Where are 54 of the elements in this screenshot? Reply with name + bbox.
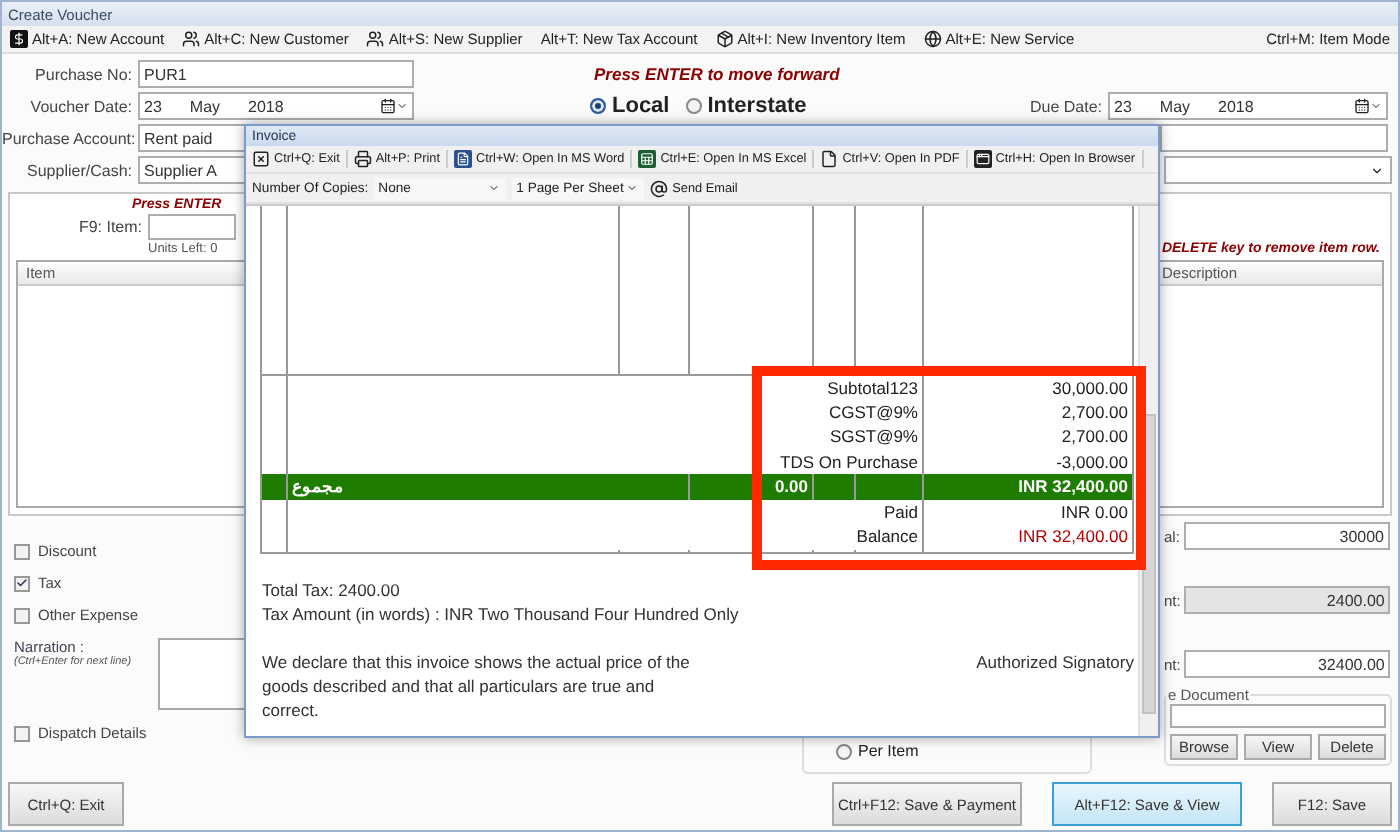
- date-field[interactable]: 23 May 2018: [138, 92, 414, 120]
- summary-label: SGST@9%: [287, 424, 923, 449]
- checkmark-icon: [16, 576, 28, 590]
- table-cell: [855, 474, 923, 499]
- document-field[interactable]: [1170, 704, 1386, 728]
- printer-icon: [353, 150, 372, 168]
- document-icon: [454, 150, 473, 168]
- dropdown-field[interactable]: [1164, 156, 1392, 184]
- total-amount: INR 32,400.00: [923, 474, 1133, 499]
- amount-field[interactable]: 32400.00: [1184, 650, 1391, 678]
- summary-value: INR 32,400.00: [923, 524, 1133, 549]
- close-icon: [252, 150, 270, 168]
- total-label: مجموع: [287, 474, 689, 499]
- field-label: Purchase Account:: [2, 129, 138, 147]
- summary-label: CGST@9%: [287, 399, 923, 424]
- package-icon: [715, 30, 734, 48]
- narration-field[interactable]: [158, 638, 250, 710]
- date-field[interactable]: 23 May 2018: [1108, 92, 1388, 120]
- total-tax-text: Total Tax: 2400.00: [262, 578, 402, 602]
- hint-message: Press ENTER to move forward: [594, 64, 840, 84]
- radio-circle[interactable]: [590, 98, 606, 114]
- signatory-label: Authorized Signatory: [976, 650, 1134, 676]
- declaration-text: We declare that this invoice shows the actual price of the goods described and that all particulars are true and correct.: [262, 650, 692, 722]
- tax-type-radio[interactable]: Interstate: [685, 94, 807, 118]
- people-icon: [366, 30, 385, 48]
- calendar-icon: [380, 97, 408, 115]
- at-sign-icon: [650, 179, 669, 197]
- radio-circle[interactable]: [685, 98, 702, 114]
- summary-value: INR 0.00: [923, 499, 1133, 524]
- field-label: F9: Item:: [76, 217, 144, 235]
- summary-value: 2,700.00: [923, 399, 1133, 424]
- globe-icon: [923, 30, 942, 48]
- field-label: Voucher Date:: [28, 97, 134, 115]
- radio-circle[interactable]: [836, 743, 852, 759]
- browser-icon: [973, 150, 992, 168]
- text-field[interactable]: PUR1: [138, 60, 414, 88]
- tax-type-radio[interactable]: Local: [590, 94, 670, 118]
- amount-field[interactable]: 30000: [1184, 522, 1390, 550]
- item-field[interactable]: [148, 213, 236, 239]
- summary-label: Paid: [287, 499, 923, 524]
- file-icon: [820, 150, 839, 168]
- table-cell: [813, 474, 855, 499]
- per-item-radio[interactable]: Per Item: [836, 742, 919, 760]
- summary-value: 2,700.00: [923, 424, 1133, 449]
- field-label: Due Date:: [1029, 97, 1104, 115]
- total-quantity: 0.00: [689, 474, 813, 499]
- people-icon: [182, 30, 201, 48]
- summary-label: Balance: [287, 524, 923, 549]
- spreadsheet-icon: [638, 150, 657, 168]
- text-field[interactable]: [1160, 124, 1388, 152]
- field-label: Supplier/Cash:: [25, 161, 134, 179]
- calendar-icon: [1354, 97, 1382, 115]
- field-label: Purchase No:: [33, 65, 134, 83]
- tax-words-text: Tax Amount (in words) : INR Two Thousand Four Hundred Only: [262, 602, 741, 626]
